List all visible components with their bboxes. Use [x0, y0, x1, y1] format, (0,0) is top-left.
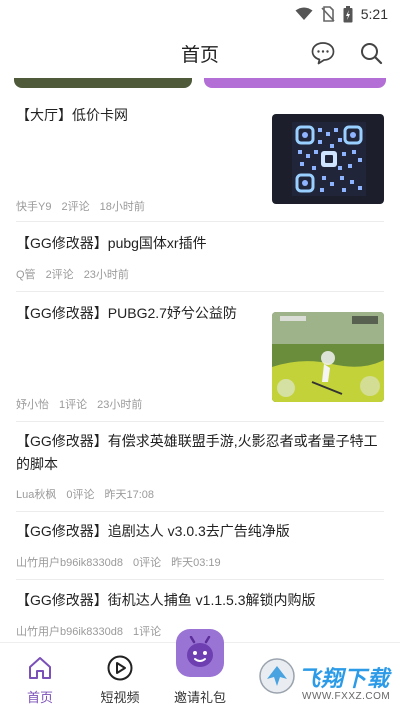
- post-time: 23小时前: [97, 399, 143, 411]
- status-bar: 5:21: [0, 0, 400, 28]
- post-comments: 2评论: [61, 201, 90, 213]
- wifi-icon: [295, 7, 313, 20]
- post-meta: 山竹用户b96ik8330d8 1评论: [16, 623, 171, 639]
- post-author: Lua秋枫: [16, 489, 57, 501]
- post-meta: Q管 2评论 23小时前: [16, 266, 129, 282]
- list-item[interactable]: 【GG修改器】追剧达人 v3.0.3去广告纯净版 山竹用户b96ik8330d8…: [16, 512, 384, 580]
- battery-charging-icon: [343, 5, 353, 22]
- post-meta: 山竹用户b96ik8330d8 0评论 昨天03:19: [16, 554, 221, 570]
- post-author: 妤小怡: [16, 399, 49, 411]
- post-title: 【GG修改器】pubg国体xr插件: [16, 235, 207, 251]
- post-comments: 1评论: [59, 399, 88, 411]
- gift-mascot-icon: [187, 636, 213, 667]
- tab-label: 短视频: [100, 690, 140, 705]
- play-circle-icon: [107, 655, 133, 681]
- status-icons: 5:21: [295, 4, 388, 24]
- post-comments: 2评论: [45, 269, 74, 281]
- watermark-text: 飞翔下载: [298, 666, 391, 691]
- post-title: 【大厅】低价卡网: [16, 107, 128, 123]
- search-button[interactable]: [356, 38, 386, 68]
- list-item[interactable]: 【GG修改器】PUBG2.7妤兮公益防 妤小怡 1评论 23小时前: [16, 292, 384, 422]
- invite-gift-button: [176, 629, 224, 677]
- banner-strip-right[interactable]: [204, 78, 386, 88]
- watermark-icon: [259, 658, 295, 694]
- tab-invite-gift[interactable]: 邀请礼包: [160, 629, 240, 711]
- tab-label: 邀请礼包: [173, 690, 226, 705]
- post-comments: 0评论: [133, 557, 162, 569]
- post-author: 山竹用户b96ik8330d8: [16, 626, 124, 638]
- post-comments: 0评论: [66, 489, 95, 501]
- home-icon: [29, 657, 51, 679]
- post-title: 【GG修改器】有偿求英雄联盟手游,火影忍者或者量子特工的脚本: [16, 433, 378, 472]
- post-meta: 妤小怡 1评论 23小时前: [16, 396, 142, 412]
- post-time: 昨天03:19: [171, 557, 221, 569]
- qr-code-image: [272, 114, 384, 204]
- app-header: 首页: [0, 28, 400, 78]
- chat-icon: [311, 42, 335, 65]
- search-icon: [361, 43, 383, 65]
- watermark-url: WWW.FXXZ.COM: [302, 691, 391, 702]
- status-time: 5:21: [360, 6, 388, 22]
- page-title: 首页: [180, 45, 219, 66]
- post-author: 山竹用户b96ik8330d8: [16, 557, 124, 569]
- list-item[interactable]: 【GG修改器】pubg国体xr插件 Q管 2评论 23小时前: [16, 222, 384, 292]
- post-time: 昨天17:08: [104, 489, 155, 501]
- watermark-logo: 飞翔下载 WWW.FXXZ.COM: [258, 649, 398, 707]
- post-title: 【GG修改器】街机达人捕鱼 v1.1.5.3解锁内购版: [16, 592, 316, 608]
- post-time: 18小时前: [99, 201, 145, 213]
- post-author: Q管: [16, 269, 36, 281]
- chat-button[interactable]: [308, 38, 338, 68]
- no-sim-icon: [321, 6, 335, 22]
- post-comments: 1评论: [133, 626, 162, 638]
- list-item[interactable]: 【GG修改器】有偿求英雄联盟手游,火影忍者或者量子特工的脚本 Lua秋枫 0评论…: [16, 422, 384, 512]
- tab-home[interactable]: 首页: [0, 643, 80, 711]
- post-meta: 快手Y9 2评论 18小时前: [16, 198, 145, 214]
- bottom-tab-bar: 首页 短视频 邀请礼包 飞翔下载 WWW.FXXZ.COM: [0, 629, 400, 711]
- post-title: 【GG修改器】PUBG2.7妤兮公益防: [16, 305, 237, 321]
- banner-strip-left[interactable]: [14, 78, 192, 88]
- post-meta: Lua秋枫 0评论 昨天17:08: [16, 486, 154, 502]
- tab-short-video[interactable]: 短视频: [80, 643, 160, 711]
- game-screenshot-image: [272, 312, 384, 402]
- post-title: 【GG修改器】追剧达人 v3.0.3去广告纯净版: [16, 523, 290, 539]
- tab-label: 首页: [26, 690, 53, 705]
- post-feed[interactable]: 【大厅】低价卡网 快手Y9 2评论 18小时前 【GG修改器】pubg国体xr插…: [0, 92, 400, 642]
- list-item[interactable]: 【大厅】低价卡网 快手Y9 2评论 18小时前: [16, 92, 384, 222]
- post-author: 快手Y9: [16, 201, 52, 213]
- post-time: 23小时前: [83, 269, 129, 281]
